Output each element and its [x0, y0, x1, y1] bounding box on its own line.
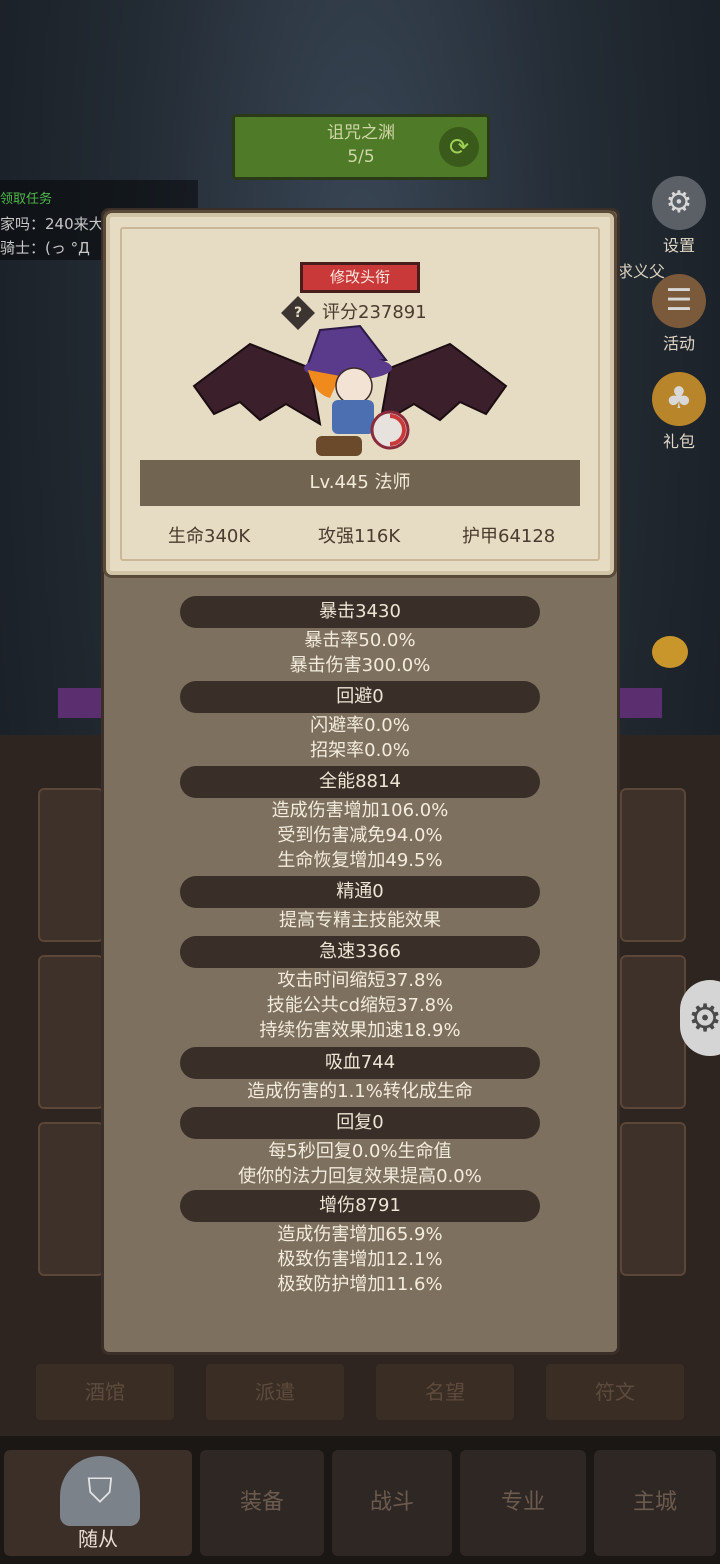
section-haste-title: 急速3366 [180, 936, 540, 968]
refresh-icon[interactable]: ⟳ [439, 127, 479, 167]
section-line: 造成伤害增加106.0% [271, 800, 449, 821]
giftbag-label: 礼包 [662, 432, 695, 451]
hero-card[interactable] [620, 955, 686, 1109]
section-damage-bonus-title: 增伤8791 [180, 1190, 540, 1222]
hero-card[interactable] [620, 1122, 686, 1276]
section-line: 持续伤害效果加速18.9% [259, 1020, 461, 1041]
section-line: 技能公共cd缩短37.8% [266, 995, 454, 1016]
nav-profession[interactable]: 专业 [460, 1450, 586, 1556]
progress-bar-right [618, 688, 662, 718]
scroll-icon: ☰ [652, 274, 706, 328]
dungeon-banner[interactable]: 诅咒之渊 5/5 ⟳ [232, 114, 490, 180]
stat-armor: 护甲64128 [462, 526, 556, 547]
section-lifesteal-title: 吸血744 [180, 1047, 540, 1079]
section-avoidance-title: 回避0 [180, 681, 540, 713]
stat-hp: 生命340K [168, 526, 251, 547]
nav-equipment[interactable]: 装备 [200, 1450, 324, 1556]
activity-label: 活动 [662, 334, 695, 353]
nav-battle[interactable]: 战斗 [332, 1450, 452, 1556]
nav-main-city[interactable]: 主城 [594, 1450, 716, 1556]
hero-portrait [192, 324, 508, 456]
tab-tavern[interactable]: 酒馆 [36, 1364, 174, 1420]
section-line: 暴击伤害300.0% [289, 655, 431, 676]
section-line: 生命恢复增加49.5% [277, 850, 443, 871]
helmet-icon: ⛉ [60, 1456, 140, 1526]
hero-card[interactable] [38, 955, 104, 1109]
stat-attack-power: 攻强116K [318, 526, 401, 547]
tab-dispatch[interactable]: 派遣 [206, 1364, 344, 1420]
gear-icon: ⚙ [652, 176, 706, 230]
tab-rune[interactable]: 符文 [546, 1364, 684, 1420]
section-versatility-title: 全能8814 [180, 766, 540, 798]
settings-label: 设置 [662, 236, 695, 255]
section-regen-title: 回复0 [180, 1107, 540, 1139]
section-line: 极致伤害增加12.1% [277, 1249, 443, 1270]
settings-button[interactable]: ⚙ 设置 [644, 176, 714, 256]
sub-tab-bar: 酒馆 派遣 名望 符文 [36, 1364, 686, 1420]
bottom-navigation: ⛉ 随从 装备 战斗 专业 主城 [0, 1436, 720, 1564]
section-line: 极致防护增加11.6% [277, 1274, 443, 1295]
section-mastery-title: 精通0 [180, 876, 540, 908]
section-line: 造成伤害的1.1%转化成生命 [247, 1081, 473, 1102]
section-crit-title: 暴击3430 [180, 596, 540, 628]
rename-title-button[interactable]: 修改头衔 [300, 262, 420, 293]
giftbag-icon: ♣ [652, 372, 706, 426]
gear-icon[interactable]: ⚙ [680, 980, 720, 1056]
hero-card[interactable] [620, 788, 686, 942]
section-line: 受到伤害减免94.0% [277, 825, 443, 846]
section-line: 每5秒回复0.0%生命值 [268, 1141, 452, 1162]
section-line: 造成伤害增加65.9% [277, 1224, 443, 1245]
level-class-bar: Lv.445 法师 [140, 460, 580, 506]
progress-bar-left [58, 688, 102, 718]
section-line: 提高专精主技能效果 [279, 910, 441, 931]
tab-fame[interactable]: 名望 [376, 1364, 514, 1420]
coin-icon[interactable] [652, 636, 688, 668]
nav-followers-label: 随从 [78, 1527, 118, 1551]
section-line: 攻击时间缩短37.8% [277, 970, 443, 991]
activity-button[interactable]: ☰ 活动 [644, 274, 714, 354]
section-line: 招架率0.0% [310, 740, 410, 761]
section-line: 暴击率50.0% [304, 630, 416, 651]
score-value: 评分237891 [322, 302, 427, 323]
hero-card[interactable] [38, 1122, 104, 1276]
hero-card[interactable] [38, 788, 104, 942]
section-line: 闪避率0.0% [310, 715, 410, 736]
nav-followers[interactable]: ⛉ 随从 [4, 1450, 192, 1556]
giftbag-button[interactable]: ♣ 礼包 [644, 372, 714, 452]
section-line: 使你的法力回复效果提高0.0% [238, 1166, 482, 1187]
